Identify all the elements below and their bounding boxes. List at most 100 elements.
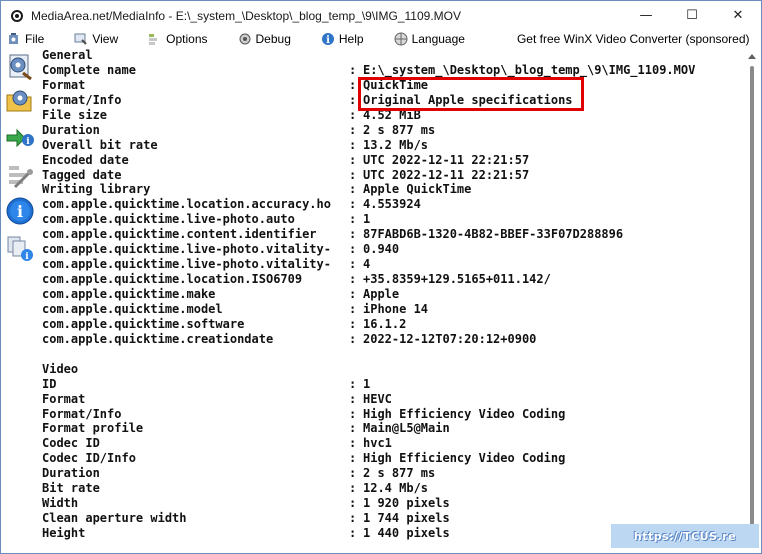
field-value: 1 [363, 212, 371, 227]
vertical-scrollbar[interactable] [744, 48, 761, 553]
field-value: iPhone 14 [363, 301, 429, 316]
field-value: QuickTime [363, 77, 429, 92]
video-field-row: Format: HEVC [42, 392, 744, 407]
scroll-up-arrow-icon[interactable] [748, 54, 756, 59]
general-field-row: com.apple.quicktime.software:16.1.2 [42, 317, 744, 332]
video-field-row: Codec ID: hvc1 [42, 436, 744, 451]
open-folder-icon[interactable] [4, 84, 36, 116]
general-field-row: com.apple.quicktime.location.ISO6709: +35… [42, 272, 744, 287]
mediainfo-app-icon [9, 8, 25, 24]
options-icon [148, 32, 162, 46]
scrollbar-thumb[interactable] [750, 66, 754, 534]
field-value: hvc1 [363, 436, 392, 451]
field-separator: : [349, 242, 357, 257]
field-key: com.apple.quicktime.model [42, 301, 223, 316]
window-title: MediaArea.net/MediaInfo - E:\_system_\De… [31, 8, 461, 23]
close-button[interactable]: ✕ [715, 1, 761, 30]
general-field-row: com.apple.quicktime.location.accuracy.ho… [42, 197, 744, 212]
field-key: Format/Info [42, 92, 122, 107]
about-info-icon[interactable]: i [4, 195, 36, 227]
field-key: com.apple.quicktime.live-photo.vitality- [42, 242, 331, 257]
field-value: 1 920 pixels [363, 496, 450, 511]
field-key: Format [42, 77, 86, 92]
field-key: Overall bit rate [42, 137, 158, 152]
field-key: com.apple.quicktime.content.identifier [42, 227, 317, 242]
field-key: Format [42, 391, 86, 406]
section-header-video: Video [42, 361, 79, 376]
field-value: HEVC [363, 391, 392, 406]
field-value: High Efficiency Video Coding [363, 451, 566, 466]
field-key: com.apple.quicktime.make [42, 287, 216, 301]
field-separator: : [349, 62, 357, 77]
video-field-row: Width:1 920 pixels [42, 496, 744, 511]
menu-options[interactable]: Options [144, 30, 211, 48]
svg-text:i: i [17, 202, 23, 221]
field-key: com.apple.quicktime.live-photo.vitality- [42, 257, 331, 272]
video-rows: ID:1 Format: HEVC Format/Info: High Efficien… [42, 377, 744, 541]
menu-language[interactable]: Language [390, 30, 469, 48]
title-bar: MediaArea.net/MediaInfo - E:\_system_\De… [1, 1, 761, 30]
field-value: 4.553924 [363, 197, 421, 212]
general-field-row: File size:4.52 MiB [42, 108, 744, 123]
video-field-row: ID:1 [42, 377, 744, 392]
video-field-row: Codec ID/Info: High Efficiency Video Codi… [42, 451, 744, 466]
menu-help[interactable]: i Help [317, 30, 368, 48]
field-separator: : [349, 287, 357, 301]
field-value: 16.1.2 [363, 316, 407, 331]
field-key: com.apple.quicktime.creationdate [42, 331, 274, 346]
field-separator: : [349, 526, 357, 540]
field-value: 1 [363, 376, 371, 391]
export-info-icon[interactable]: i [4, 122, 36, 154]
preferences-icon[interactable] [4, 160, 36, 192]
field-value: Apple QuickTime [363, 182, 472, 197]
report-text-area[interactable]: General Complete name: E:\_system_\Deskto… [38, 48, 744, 553]
field-value: 13.2 Mb/s [363, 137, 429, 152]
minimize-button[interactable]: — [623, 1, 669, 30]
video-field-row: Bit rate:12.4 Mb/s [42, 481, 744, 496]
field-separator: : [349, 421, 357, 436]
field-separator: : [349, 391, 357, 406]
field-separator: : [349, 107, 357, 122]
field-key: Codec ID [42, 436, 100, 451]
menu-language-label: Language [411, 32, 465, 46]
open-file-icon[interactable] [4, 50, 36, 82]
field-key: Format/Info [42, 406, 122, 421]
batch-icon[interactable]: i [4, 232, 36, 264]
field-separator: : [349, 376, 357, 391]
field-value: High Efficiency Video Coding [363, 406, 566, 421]
language-icon [394, 32, 408, 46]
field-value: 1 744 pixels [363, 511, 450, 526]
video-field-row: Format profile: Main@L5@Main [42, 421, 744, 436]
field-value: E:\_system_\Desktop\_blog_temp_\9\IMG_11… [363, 62, 696, 77]
maximize-button[interactable]: ☐ [669, 1, 715, 30]
field-separator: : [349, 197, 357, 212]
debug-icon [238, 32, 252, 46]
field-key: Codec ID/Info [42, 451, 136, 466]
menu-file[interactable]: File [3, 30, 48, 48]
general-field-row: Format: QuickTime [42, 78, 744, 93]
field-separator: : [349, 152, 357, 167]
general-field-row: Encoded date: UTC 2022-12-11 22:21:57 [42, 153, 744, 168]
sponsored-link[interactable]: Get free WinX Video Converter (sponsored… [513, 30, 754, 48]
menu-bar: File View Options Debug i Help Language … [1, 30, 761, 48]
field-key: Complete name [42, 62, 136, 77]
menu-view[interactable]: View [70, 30, 122, 48]
menu-debug-label: Debug [255, 32, 291, 46]
menu-help-label: Help [338, 32, 364, 46]
field-key: Height [42, 526, 86, 540]
field-key: com.apple.quicktime.live-photo.auto [42, 212, 295, 227]
menu-debug[interactable]: Debug [234, 30, 295, 48]
field-value: UTC 2022-12-11 22:21:57 [363, 167, 530, 182]
field-separator: : [349, 316, 357, 331]
field-separator: : [349, 137, 357, 152]
field-key: com.apple.quicktime.software [42, 316, 245, 331]
field-separator: : [349, 436, 357, 451]
general-field-row: Complete name: E:\_system_\Desktop\_blog_… [42, 63, 744, 78]
field-separator: : [349, 511, 357, 526]
field-separator: : [349, 406, 357, 421]
field-key: File size [42, 107, 108, 122]
field-value: Apple [363, 287, 400, 301]
field-key: ID [42, 376, 57, 391]
mediainfo-window: MediaArea.net/MediaInfo - E:\_system_\De… [0, 0, 762, 554]
